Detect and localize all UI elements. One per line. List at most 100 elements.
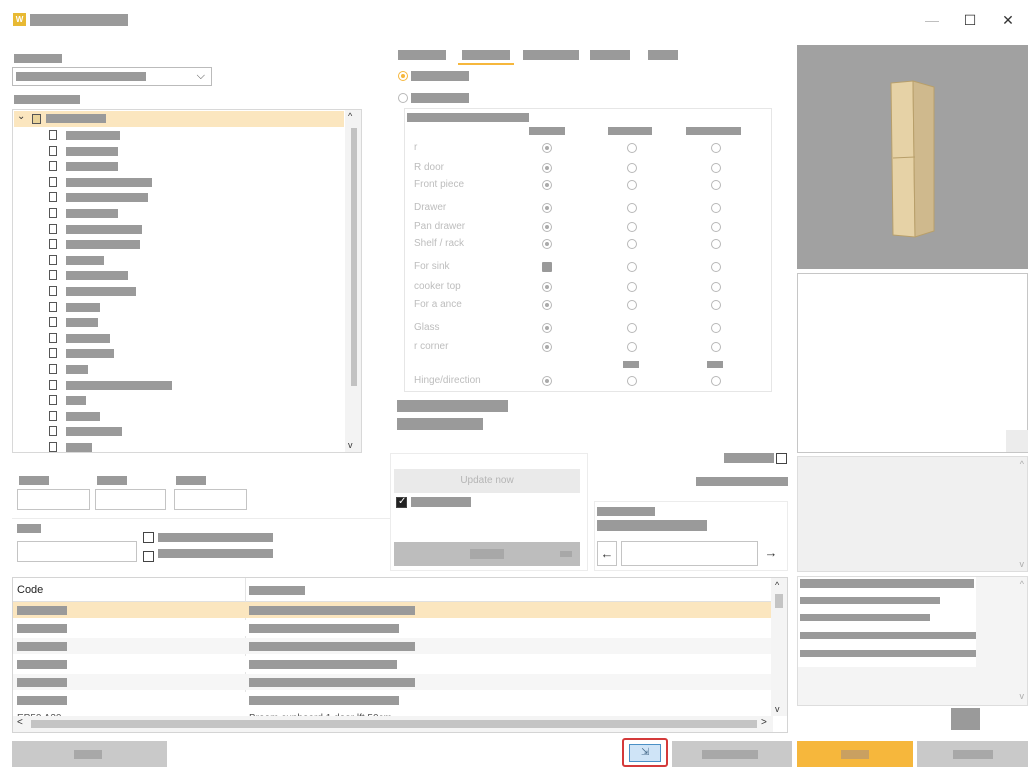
mode-radio-1[interactable] (398, 71, 408, 81)
close-button[interactable]: ✕ (998, 10, 1018, 30)
mode-radio-2[interactable] (398, 93, 408, 103)
table-h-scroll-thumb[interactable] (31, 720, 757, 728)
tree-item[interactable] (49, 441, 95, 452)
option-radio[interactable] (542, 239, 552, 249)
variant-input[interactable] (621, 541, 758, 566)
next-arrow-button[interactable]: → (760, 541, 782, 566)
tree-item[interactable] (49, 129, 123, 141)
table-row[interactable] (13, 620, 773, 636)
scroll-down-icon[interactable]: v (348, 440, 353, 450)
option-radio[interactable] (542, 203, 552, 213)
export-button[interactable]: ⇲ (629, 744, 661, 762)
option-radio[interactable] (711, 239, 721, 249)
option-radio[interactable] (627, 163, 637, 173)
scroll-up-icon[interactable]: ^ (1020, 579, 1024, 589)
articles-table[interactable]: Code EP50 A30 Broom cupboard 1 door lft … (12, 577, 788, 733)
option-radio[interactable] (711, 203, 721, 213)
table-vertical-scrollbar[interactable]: ^ v (771, 578, 787, 716)
scroll-up-icon[interactable]: ^ (1020, 459, 1024, 469)
option-checkbox-1[interactable] (143, 532, 154, 543)
tree-scroll-thumb[interactable] (351, 128, 357, 386)
tree-item[interactable] (49, 254, 107, 266)
tree-item[interactable] (49, 347, 117, 359)
option-radio[interactable] (711, 342, 721, 352)
tree-item[interactable] (49, 223, 145, 235)
option-radio[interactable] (542, 143, 552, 153)
option-radio[interactable] (627, 376, 637, 386)
option-radio[interactable] (711, 300, 721, 310)
tab-1[interactable] (398, 50, 446, 60)
catalog-dropdown[interactable]: ⌵ (12, 67, 212, 86)
option-radio[interactable] (711, 163, 721, 173)
option-radio[interactable] (711, 180, 721, 190)
tree-item[interactable] (49, 301, 103, 313)
tree-item[interactable] (49, 145, 121, 157)
tab-3[interactable] (523, 50, 579, 60)
scroll-right-icon[interactable]: > (761, 717, 767, 728)
option-radio[interactable] (627, 262, 637, 272)
option-radio[interactable] (542, 323, 552, 333)
tree-item[interactable] (49, 316, 101, 328)
option-radio[interactable] (627, 180, 637, 190)
position-input[interactable] (17, 541, 137, 562)
tab-4[interactable] (590, 50, 630, 60)
tree-scrollbar[interactable]: ^ v (345, 110, 361, 452)
option-radio[interactable] (542, 300, 552, 310)
tree-item[interactable] (49, 238, 143, 250)
tab-2[interactable] (462, 50, 510, 60)
ok-button[interactable] (797, 741, 913, 767)
option-radio[interactable] (711, 376, 721, 386)
tree-item[interactable] (49, 176, 155, 188)
scroll-down-icon[interactable]: v (775, 704, 780, 714)
tree-item[interactable] (49, 285, 139, 297)
option-radio[interactable] (627, 203, 637, 213)
column-code-header[interactable]: Code (17, 584, 43, 596)
table-row[interactable] (13, 674, 773, 690)
option-radio[interactable] (711, 262, 721, 272)
option-radio[interactable] (627, 222, 637, 232)
resize-handle[interactable] (1006, 430, 1028, 452)
3d-preview[interactable] (797, 45, 1028, 269)
tree-item[interactable] (49, 269, 131, 281)
previous-arrow-button[interactable]: ← (597, 541, 617, 566)
option-radio[interactable] (542, 342, 552, 352)
table-row[interactable] (13, 656, 773, 672)
scroll-up-icon[interactable]: ^ (775, 580, 779, 590)
tree-item[interactable] (49, 191, 151, 203)
option-radio[interactable] (542, 222, 552, 232)
option-checkbox-2[interactable] (143, 551, 154, 562)
height-input[interactable] (95, 489, 166, 510)
option-radio[interactable] (627, 323, 637, 333)
table-scroll-thumb[interactable] (775, 594, 783, 608)
option-radio[interactable] (542, 282, 552, 292)
tab-5[interactable] (648, 50, 678, 60)
width-input[interactable] (17, 489, 90, 510)
tree-item[interactable] (49, 332, 113, 344)
option-radio[interactable] (627, 300, 637, 310)
tree-item[interactable] (49, 379, 175, 391)
option-radio[interactable] (627, 143, 637, 153)
table-row[interactable] (13, 638, 773, 654)
secondary-button[interactable] (672, 741, 792, 767)
chevron-down-icon[interactable]: ⌄ (17, 111, 25, 122)
option-radio[interactable] (711, 282, 721, 292)
option-radio[interactable] (542, 163, 552, 173)
option-radio[interactable] (627, 282, 637, 292)
tree-item[interactable] (49, 425, 125, 437)
option-radio[interactable] (542, 376, 552, 386)
option-radio[interactable] (627, 342, 637, 352)
option-radio[interactable] (711, 222, 721, 232)
scroll-down-icon[interactable]: v (1020, 691, 1025, 701)
option-radio[interactable] (711, 323, 721, 333)
table-row[interactable] (13, 602, 773, 618)
tree-item[interactable] (49, 394, 89, 406)
expand-button[interactable] (951, 708, 980, 730)
update-now-button[interactable]: Update now (394, 469, 580, 493)
tree-item[interactable] (49, 160, 121, 172)
depth-input[interactable] (174, 489, 247, 510)
scroll-up-icon[interactable]: ^ (348, 111, 352, 121)
maximize-button[interactable]: ☐ (960, 10, 980, 30)
flag-checkbox[interactable] (776, 453, 787, 464)
column-description-header[interactable] (249, 586, 305, 595)
apply-button[interactable] (394, 542, 580, 566)
